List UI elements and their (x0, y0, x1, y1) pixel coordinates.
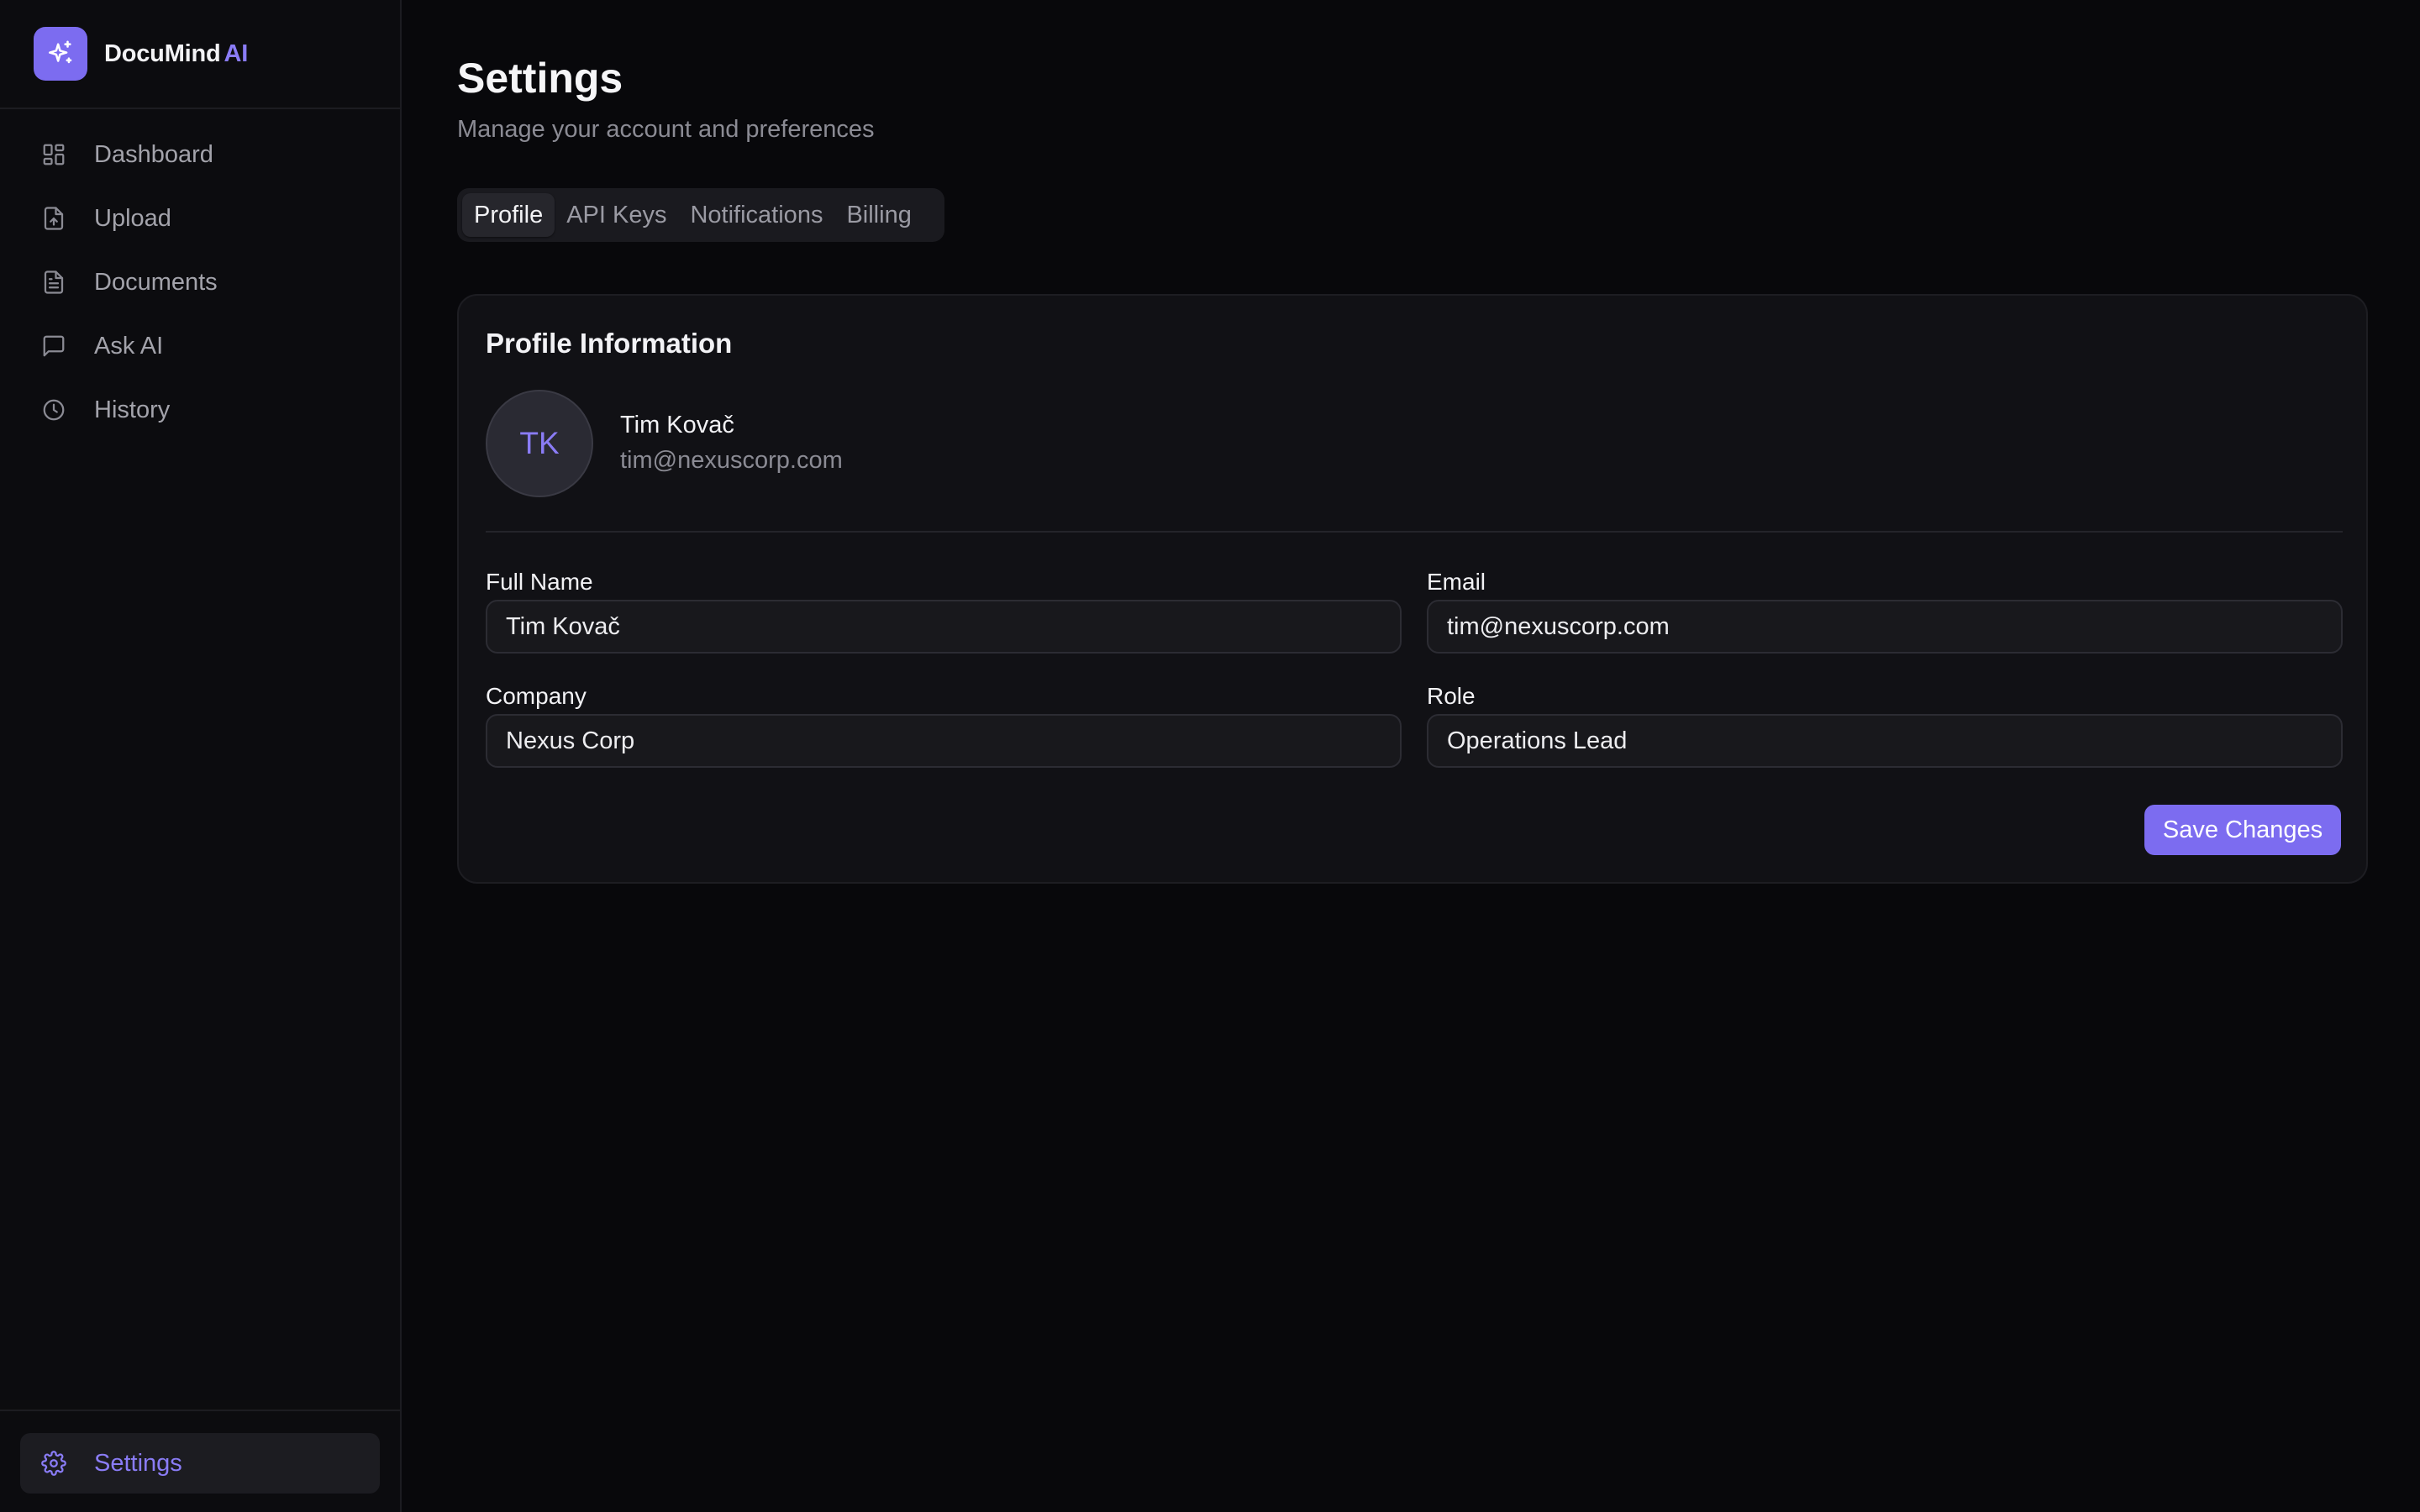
email-field-group: Email tim@nexuscorp.com (1427, 568, 2343, 654)
profile-card: Profile Information TK Tim Kovač tim@nex… (457, 294, 2368, 884)
role-input[interactable]: Operations Lead (1427, 714, 2343, 768)
email-input[interactable]: tim@nexuscorp.com (1427, 600, 2343, 654)
page-subtitle: Manage your account and preferences (457, 116, 875, 143)
card-title: Profile Information (486, 328, 733, 359)
sidebar-nav: Dashboard Upload Documents Ask AI Histor… (20, 128, 380, 447)
sidebar-item-dashboard[interactable]: Dashboard (20, 128, 380, 181)
full-name-label: Full Name (486, 569, 593, 595)
email-label: Email (1427, 569, 1486, 595)
tab-api-keys[interactable]: API Keys (555, 193, 678, 237)
app-name: DocuMind AI (104, 40, 248, 68)
app-root: DocuMind AI Dashboard Upload Documents A… (0, 0, 2420, 1512)
page-title: Settings (457, 55, 623, 102)
sidebar: DocuMind AI Dashboard Upload Documents A… (0, 0, 402, 1512)
tab-profile[interactable]: Profile (462, 193, 555, 237)
brand-accent-text: AI (224, 40, 249, 67)
dashboard-icon (40, 141, 67, 168)
clock-icon (40, 396, 67, 423)
sidebar-item-upload[interactable]: Upload (20, 192, 380, 245)
sidebar-item-settings[interactable]: Settings (20, 1433, 380, 1494)
brand-header: DocuMind AI (0, 0, 400, 109)
save-changes-button[interactable]: Save Changes (2144, 805, 2341, 855)
sidebar-item-label: Upload (94, 204, 171, 232)
avatar: TK (486, 390, 593, 497)
settings-tabs: Profile API Keys Notifications Billing (457, 188, 944, 242)
tab-notifications[interactable]: Notifications (678, 193, 834, 237)
company-field-group: Company Nexus Corp (486, 682, 1402, 768)
document-icon (40, 269, 67, 296)
sidebar-item-history[interactable]: History (20, 383, 380, 437)
sidebar-item-label: Settings (94, 1449, 182, 1477)
sidebar-item-label: History (94, 396, 171, 423)
gear-icon (40, 1450, 67, 1477)
brand-name-text: DocuMind (104, 40, 221, 67)
divider (486, 531, 2343, 533)
full-name-field-group: Full Name Tim Kovač (486, 568, 1402, 654)
sidebar-item-label: Documents (94, 268, 218, 296)
role-field-group: Role Operations Lead (1427, 682, 2343, 768)
sidebar-item-documents[interactable]: Documents (20, 255, 380, 309)
full-name-input[interactable]: Tim Kovač (486, 600, 1402, 654)
user-email: tim@nexuscorp.com (620, 447, 843, 474)
upload-file-icon (40, 205, 67, 232)
tab-billing[interactable]: Billing (834, 193, 923, 237)
sidebar-item-ask-ai[interactable]: Ask AI (20, 319, 380, 373)
chat-icon (40, 333, 67, 360)
sidebar-item-label: Dashboard (94, 140, 213, 168)
sidebar-item-label: Ask AI (94, 332, 164, 360)
company-label: Company (486, 683, 587, 709)
sparkle-logo-icon (34, 27, 87, 81)
user-name: Tim Kovač (620, 412, 734, 438)
company-input[interactable]: Nexus Corp (486, 714, 1402, 768)
role-label: Role (1427, 683, 1476, 709)
sidebar-footer: Settings (0, 1410, 400, 1512)
